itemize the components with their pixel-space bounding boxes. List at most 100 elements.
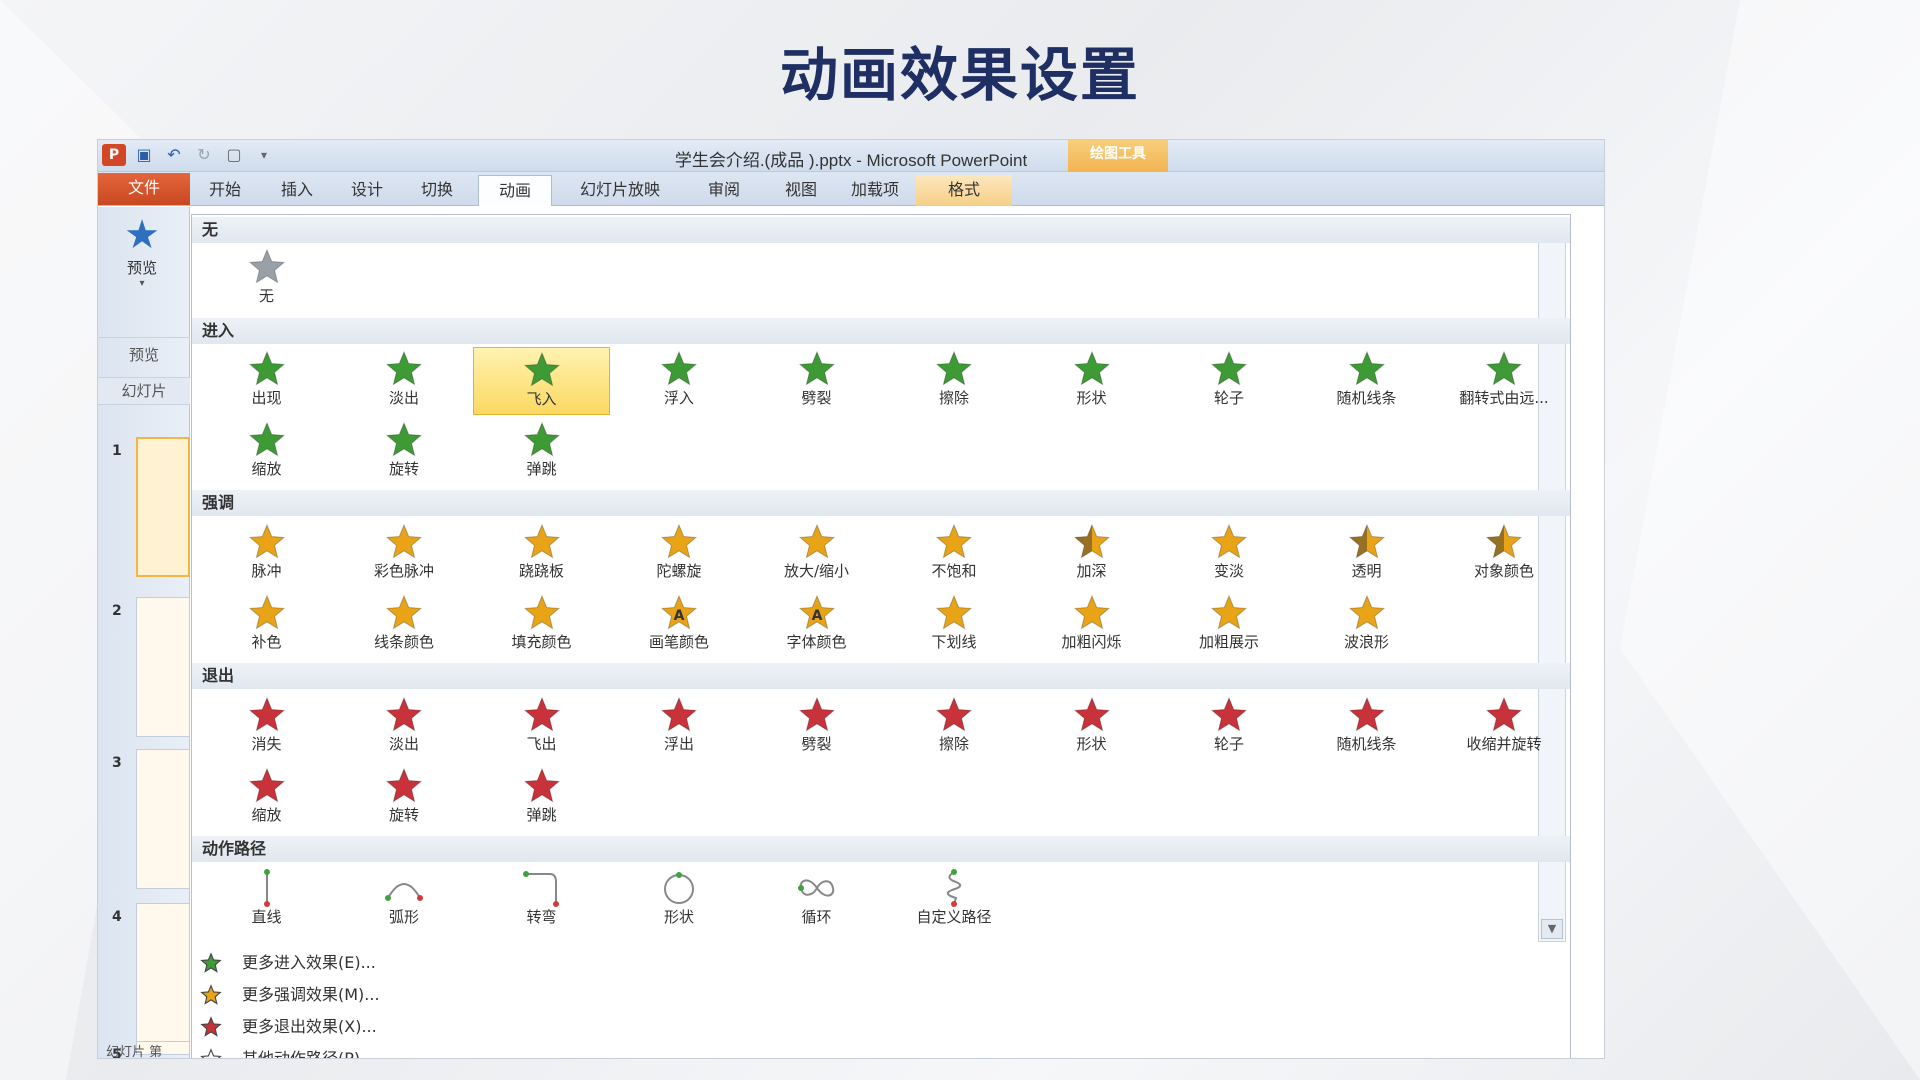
scroll-down-button[interactable]: ▼: [1541, 919, 1563, 939]
effect-label: 加粗展示: [1198, 633, 1259, 651]
effect-label: 收缩并旋转: [1466, 735, 1542, 753]
effect-paths-4[interactable]: 循环: [748, 866, 885, 934]
effect-emphasis-15[interactable]: 下划线: [886, 591, 1023, 659]
effect-exit-7[interactable]: 轮子: [1161, 693, 1298, 761]
effect-emphasis-12[interactable]: 填充颜色: [473, 591, 610, 659]
tab-2[interactable]: 插入: [264, 175, 330, 206]
slide-title: 动画效果设置: [779, 41, 1140, 109]
more-effects-label: 更多进入效果(E)...: [242, 953, 376, 972]
status-footer: 幻灯片 第: [106, 1045, 163, 1059]
tab-9[interactable]: 加载项: [838, 175, 912, 206]
effect-paths-3[interactable]: 形状: [611, 866, 748, 934]
slide-thumbnail[interactable]: [136, 597, 190, 737]
effect-entrance-8[interactable]: 随机线条: [1298, 347, 1435, 415]
effect-exit-2[interactable]: 飞出: [473, 693, 610, 761]
effect-label: 陀螺旋: [656, 562, 702, 580]
effect-paths-0[interactable]: 直线: [198, 866, 335, 934]
window-title: 学生会介绍.(成品 ).pptx - Microsoft PowerPoint: [674, 151, 1028, 170]
tab-7[interactable]: 审阅: [688, 175, 760, 206]
star-icon: [473, 693, 610, 735]
effect-label: 放大/缩小: [783, 562, 850, 580]
effect-emphasis-4[interactable]: 放大/缩小: [748, 520, 885, 588]
effect-emphasis-3[interactable]: 陀螺旋: [611, 520, 748, 588]
tab-6[interactable]: 幻灯片放映: [556, 175, 684, 206]
effect-entrance-11[interactable]: 旋转: [336, 418, 473, 486]
title-bar: P ▣ ↶ ↻ ▢ ▾ 学生会介绍.(成品 ).pptx - Microsoft…: [98, 140, 1604, 172]
effect-exit-1[interactable]: 淡出: [336, 693, 473, 761]
effect-emphasis-16[interactable]: 加粗闪烁: [1023, 591, 1160, 659]
effect-entrance-2[interactable]: 飞入: [473, 347, 610, 415]
effect-emphasis-8[interactable]: 透明: [1298, 520, 1435, 588]
star-icon: [200, 1016, 224, 1038]
effect-paths-1[interactable]: 弧形: [336, 866, 473, 934]
tab-4[interactable]: 切换: [404, 175, 470, 206]
effect-entrance-1[interactable]: 淡出: [336, 347, 473, 415]
effect-paths-2[interactable]: 转弯: [473, 866, 610, 934]
effect-emphasis-18[interactable]: 波浪形: [1298, 591, 1435, 659]
effect-label: 浮出: [663, 735, 694, 753]
effect-entrance-4[interactable]: 劈裂: [748, 347, 885, 415]
effect-exit-11[interactable]: 旋转: [336, 764, 473, 832]
effect-entrance-0[interactable]: 出现: [198, 347, 335, 415]
effect-exit-8[interactable]: 随机线条: [1298, 693, 1435, 761]
effect-emphasis-5[interactable]: 不饱和: [886, 520, 1023, 588]
tab-1[interactable]: 开始: [192, 175, 258, 206]
tab-5[interactable]: 动画: [478, 175, 552, 206]
effect-exit-3[interactable]: 浮出: [611, 693, 748, 761]
more-effects-item-2[interactable]: 更多退出效果(X)...: [192, 1011, 1570, 1043]
effect-emphasis-0[interactable]: 脉冲: [198, 520, 335, 588]
slide-number: 3: [112, 755, 122, 771]
effect-entrance-3[interactable]: 浮入: [611, 347, 748, 415]
effect-emphasis-17[interactable]: 加粗展示: [1161, 591, 1298, 659]
loop-path-icon: [748, 866, 885, 908]
effect-none-0[interactable]: 无: [198, 245, 335, 313]
slide-thumbnail[interactable]: [136, 749, 190, 889]
effect-label: 循环: [801, 908, 832, 926]
effect-emphasis-14[interactable]: A 字体颜色: [748, 591, 885, 659]
more-effects-label: 其他动作路径(P)...: [242, 1049, 376, 1059]
more-effects-item-0[interactable]: 更多进入效果(E)...: [192, 947, 1570, 979]
tab-10[interactable]: 格式: [916, 175, 1012, 206]
slide-thumbnail[interactable]: [136, 903, 190, 1043]
effect-entrance-7[interactable]: 轮子: [1161, 347, 1298, 415]
effect-emphasis-2[interactable]: 跷跷板: [473, 520, 610, 588]
effect-emphasis-9[interactable]: 对象颜色: [1436, 520, 1573, 588]
slide-thumbnail[interactable]: [136, 437, 190, 577]
preview-button[interactable]: ★ 预览 ▾: [106, 213, 178, 289]
effect-emphasis-10[interactable]: 补色: [198, 591, 335, 659]
effect-emphasis-7[interactable]: 变淡: [1161, 520, 1298, 588]
tab-3[interactable]: 设计: [334, 175, 400, 206]
effect-label: 淡出: [388, 389, 419, 407]
effect-exit-4[interactable]: 劈裂: [748, 693, 885, 761]
effect-exit-12[interactable]: 弹跳: [473, 764, 610, 832]
effect-entrance-12[interactable]: 弹跳: [473, 418, 610, 486]
animation-gallery: ▲ ▼ 更多进入效果(E)...更多强调效果(M)...更多退出效果(X)...…: [191, 214, 1573, 1059]
effect-label: 擦除: [938, 389, 969, 407]
effect-paths-5[interactable]: 自定义路径: [886, 866, 1023, 934]
effect-label: 彩色脉冲: [373, 562, 434, 580]
effect-exit-0[interactable]: 消失: [198, 693, 335, 761]
effect-exit-9[interactable]: 收缩并旋转: [1436, 693, 1573, 761]
effect-emphasis-13[interactable]: A 画笔颜色: [611, 591, 748, 659]
effect-label: 淡出: [388, 735, 419, 753]
more-effects-item-1[interactable]: 更多强调效果(M)...: [192, 979, 1570, 1011]
effect-exit-5[interactable]: 擦除: [886, 693, 1023, 761]
effect-entrance-5[interactable]: 擦除: [886, 347, 1023, 415]
effect-exit-6[interactable]: 形状: [1023, 693, 1160, 761]
effect-emphasis-1[interactable]: 彩色脉冲: [336, 520, 473, 588]
effect-entrance-6[interactable]: 形状: [1023, 347, 1160, 415]
effect-exit-10[interactable]: 缩放: [198, 764, 335, 832]
effect-emphasis-6[interactable]: 加深: [1023, 520, 1160, 588]
effect-emphasis-11[interactable]: 线条颜色: [336, 591, 473, 659]
effect-entrance-10[interactable]: 缩放: [198, 418, 335, 486]
star-icon: [1023, 591, 1160, 633]
more-effects-item-3[interactable]: 其他动作路径(P)...: [192, 1043, 1570, 1059]
star-icon: [473, 418, 610, 460]
effect-label: 无: [258, 287, 274, 305]
tab-0[interactable]: 文件: [98, 173, 190, 205]
effect-label: 轮子: [1213, 389, 1244, 407]
tab-8[interactable]: 视图: [768, 175, 834, 206]
effect-entrance-9[interactable]: 翻转式由远...: [1436, 347, 1573, 415]
star-icon: [1023, 347, 1160, 389]
arc-path-icon: [336, 866, 473, 908]
